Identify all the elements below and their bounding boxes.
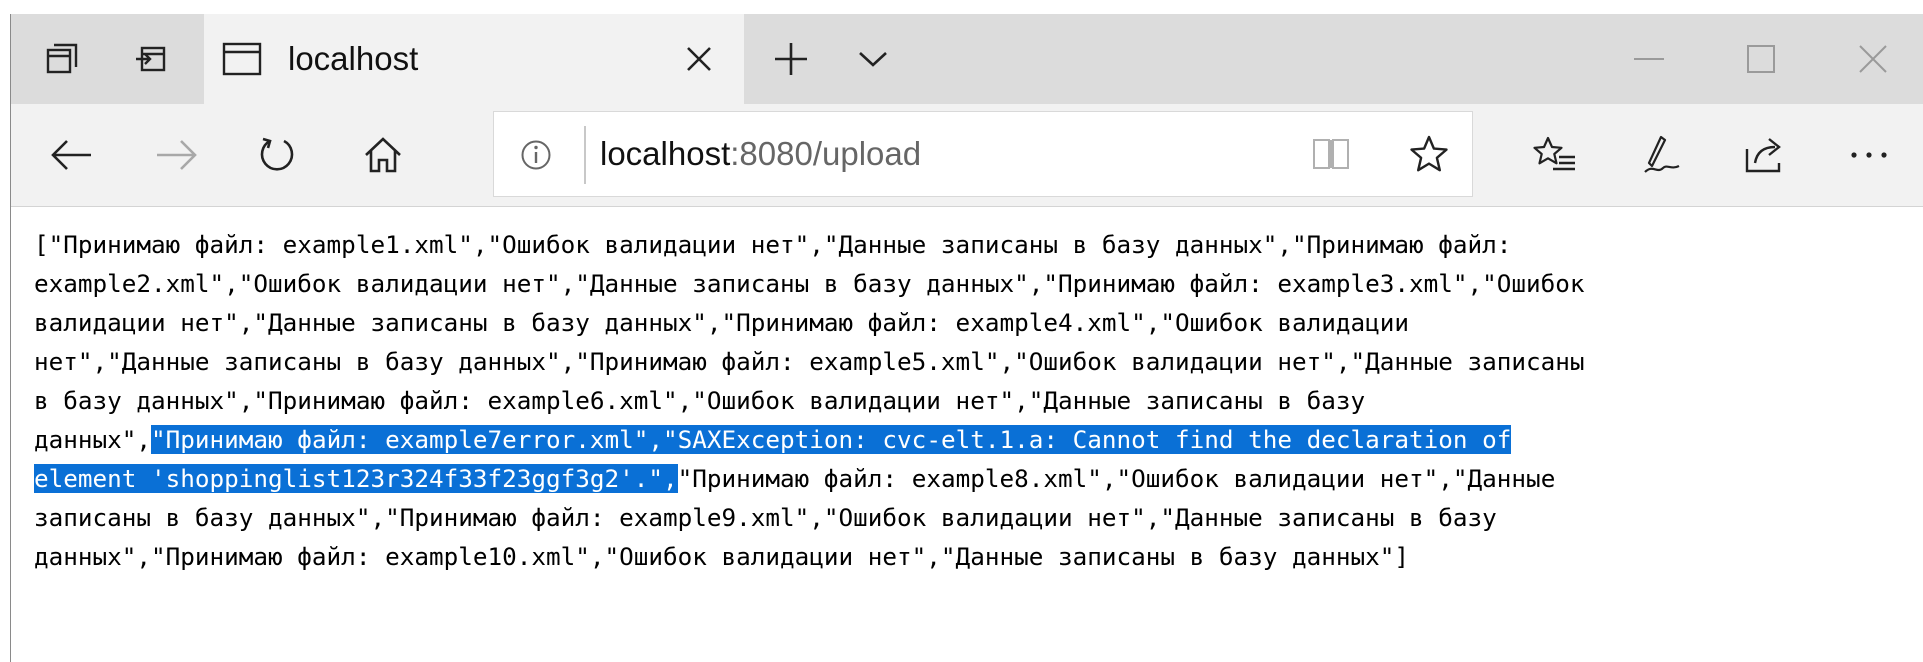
- chevron-down-icon: [859, 52, 887, 67]
- url-path: :8080/upload: [730, 135, 922, 172]
- arrow-left-icon: [51, 140, 91, 170]
- tab-localhost[interactable]: localhost: [204, 14, 744, 104]
- favorites-list-icon: [1533, 136, 1575, 171]
- navigation-bar: localhost:8080/upload: [11, 104, 1923, 207]
- more-icon: [1851, 152, 1887, 158]
- star-icon: [1410, 135, 1448, 172]
- url-text[interactable]: localhost:8080/upload: [600, 112, 921, 196]
- text-segment: ["Принимаю файл: example1.xml","Ошибок в…: [34, 230, 1512, 259]
- top-strip: [0, 0, 1923, 14]
- close-tab-button[interactable]: [654, 14, 744, 104]
- favorites-hub-button[interactable]: [1515, 104, 1595, 206]
- text-segment: example2.xml","Ошибок валидации нет","Да…: [34, 269, 1585, 298]
- tab-bar: localhost: [11, 14, 1923, 104]
- set-tabs-aside-button[interactable]: [109, 14, 193, 104]
- browser-window: localhost localhost:8080/upload ["Приним…: [0, 0, 1923, 662]
- url-host: localhost: [600, 135, 731, 172]
- text-segment: валидации нет","Данные записаны в базу д…: [34, 308, 1410, 337]
- text-line: валидации нет","Данные записаны в базу д…: [34, 303, 1904, 342]
- home-button[interactable]: [343, 104, 423, 206]
- address-separator: [584, 126, 586, 184]
- address-bar[interactable]: localhost:8080/upload: [493, 111, 1473, 197]
- text-line: element 'shoppinglist123r324f33f23ggf3g2…: [34, 459, 1904, 498]
- forward-button[interactable]: [137, 104, 217, 206]
- selected-text: "Принимаю файл: example7error.xml","SAXE…: [151, 425, 1512, 454]
- text-segment: данных","Принимаю файл: example10.xml","…: [34, 542, 1410, 571]
- text-segment: "Принимаю файл: example8.xml","Ошибок ва…: [677, 464, 1556, 493]
- maximize-button[interactable]: [1711, 14, 1811, 104]
- arrow-right-icon: [157, 140, 197, 170]
- more-button[interactable]: [1829, 104, 1909, 206]
- tabs-aside-icon: [46, 43, 78, 74]
- page-icon: [222, 42, 262, 76]
- info-icon: [521, 140, 551, 170]
- minimize-icon: [1634, 58, 1664, 60]
- close-icon: [1859, 45, 1887, 73]
- close-window-button[interactable]: [1823, 14, 1923, 104]
- favorite-button[interactable]: [1394, 112, 1464, 196]
- text-line: записаны в базу данных","Принимаю файл: …: [34, 498, 1904, 537]
- tab-title: localhost: [288, 40, 419, 77]
- text-line: ["Принимаю файл: example1.xml","Ошибок в…: [34, 225, 1904, 264]
- text-line: example2.xml","Ошибок валидации нет","Да…: [34, 264, 1904, 303]
- book-icon: [1313, 139, 1349, 169]
- text-line: данных","Принимаю файл: example10.xml","…: [34, 537, 1904, 576]
- text-segment: в базу данных","Принимаю файл: example6.…: [34, 386, 1366, 415]
- minimize-button[interactable]: [1599, 14, 1699, 104]
- back-button[interactable]: [31, 104, 111, 206]
- response-text: ["Принимаю файл: example1.xml","Ошибок в…: [34, 225, 1904, 576]
- home-icon: [365, 137, 401, 173]
- share-icon: [1745, 138, 1781, 173]
- text-segment: данных",: [34, 425, 152, 454]
- set-tabs-aside-icon: [136, 46, 166, 72]
- text-segment: записаны в базу данных","Принимаю файл: …: [34, 503, 1497, 532]
- share-button[interactable]: [1725, 104, 1805, 206]
- refresh-button[interactable]: [237, 104, 317, 206]
- tabs-aside-button[interactable]: [25, 14, 99, 104]
- text-line: данных","Принимаю файл: example7error.xm…: [34, 420, 1904, 459]
- pen-icon: [1644, 135, 1680, 173]
- text-line: в базу данных","Принимаю файл: example6.…: [34, 381, 1904, 420]
- notes-button[interactable]: [1621, 104, 1701, 206]
- maximize-icon: [1747, 45, 1775, 73]
- selected-text: element 'shoppinglist123r324f33f23ggf3g2…: [34, 464, 678, 493]
- new-tab-button[interactable]: [751, 14, 831, 104]
- text-segment: нет","Данные записаны в базу данных","Пр…: [34, 347, 1585, 376]
- tab-preview-button[interactable]: [833, 14, 913, 104]
- plus-icon: [775, 43, 807, 75]
- text-line: нет","Данные записаны в базу данных","Пр…: [34, 342, 1904, 381]
- refresh-icon: [260, 137, 294, 171]
- close-icon: [687, 47, 711, 71]
